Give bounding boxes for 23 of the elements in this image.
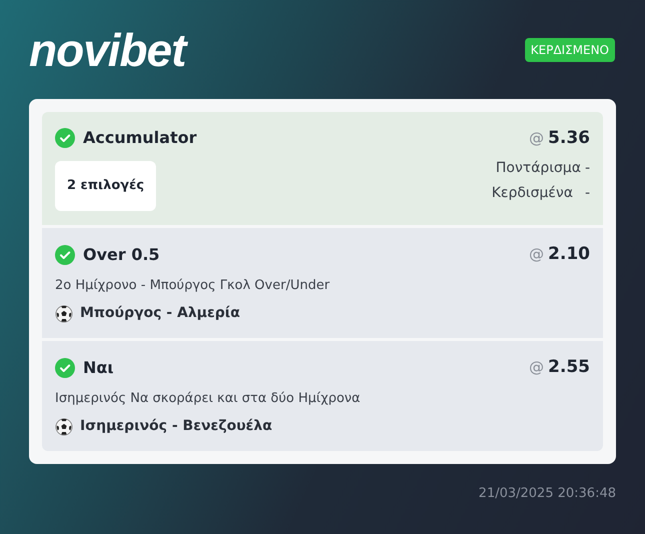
winnings-value: -: [584, 184, 590, 202]
bet-type: Accumulator: [83, 127, 197, 149]
timestamp: 21/03/2025 20:36:48: [478, 485, 616, 503]
winnings-label: Κερδισμένα: [492, 184, 573, 202]
status-badge: ΚΕΡΔΙΣΜΕΝΟ: [524, 38, 615, 62]
odds-value: 2.10: [548, 243, 590, 266]
market-name: Ισημερινός Να σκοράρει και στα δύο Ημίχρονα: [55, 390, 362, 408]
odds-value: 2.55: [548, 356, 590, 379]
selection-pick: Over 0.5: [83, 244, 160, 266]
event-name: Μπούργος - Αλμερία: [80, 304, 240, 323]
selection-pick: Ναι: [83, 356, 114, 379]
soccer-ball-icon: [55, 418, 73, 436]
odds-prefix: @: [529, 128, 544, 149]
odds-prefix: @: [529, 244, 544, 265]
stake-value: -: [584, 158, 590, 178]
odds-prefix: @: [529, 357, 544, 378]
selections-count: 2 επιλογές: [55, 161, 156, 211]
event-name: Ισημερινός - Βενεζουέλα: [80, 417, 272, 436]
market-name: 2ο Ημίχρονο - Μπούργος Γκολ Over/Under: [55, 276, 331, 294]
stake-label: Ποντάρισμα: [496, 158, 581, 178]
odds-value: 5.36: [548, 127, 590, 150]
logo: novibet: [29, 27, 186, 73]
soccer-ball-icon: [55, 304, 73, 322]
